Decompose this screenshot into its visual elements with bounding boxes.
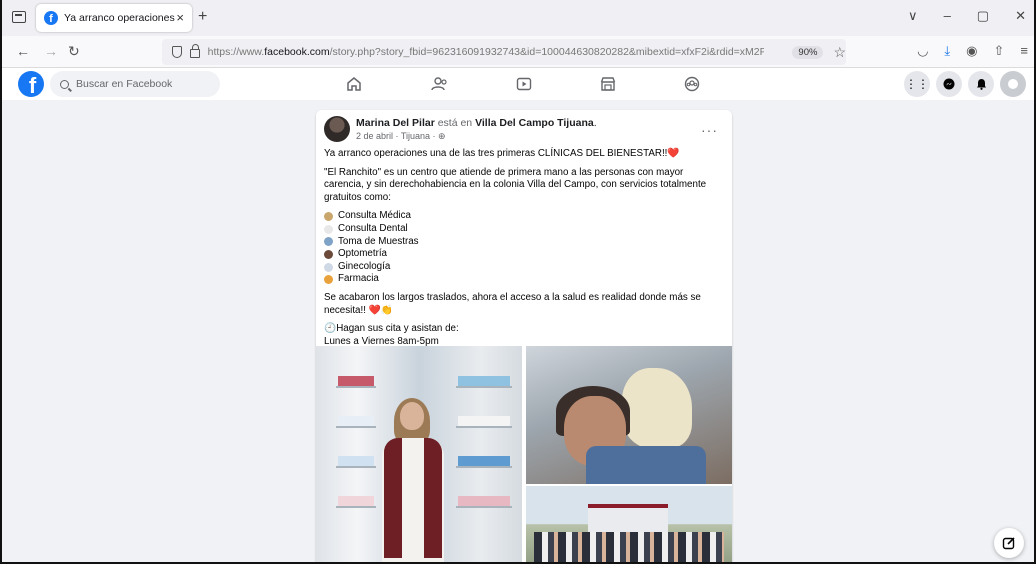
bookmark-star-icon[interactable]: ☆ xyxy=(833,44,846,61)
friends-icon[interactable] xyxy=(430,75,450,93)
post-author-line: Marina Del Pilar está en Villa Del Campo… xyxy=(356,117,597,129)
feed-area: Marina Del Pilar está en Villa Del Campo… xyxy=(2,100,1034,562)
account-icon[interactable]: ◉ xyxy=(966,43,977,59)
globe-icon: ⊕ xyxy=(438,131,446,141)
back-icon[interactable]: ← xyxy=(16,43,30,59)
list-item: Optometría xyxy=(324,248,722,261)
profile-avatar[interactable] xyxy=(1000,71,1026,97)
browser-tab[interactable]: f Ya arranco operaciones una de × xyxy=(36,4,192,32)
post-header: Marina Del Pilar está en Villa Del Campo… xyxy=(324,116,724,144)
tooth-icon xyxy=(324,224,333,234)
post-headline: Ya arranco operaciones una de las tres p… xyxy=(324,148,680,159)
author-avatar[interactable] xyxy=(324,116,350,142)
marketplace-icon[interactable] xyxy=(598,75,618,93)
extensions-icon[interactable]: ⇧ xyxy=(994,43,1005,59)
schedule-intro: 🕘Hagan sus cita y asistan de: xyxy=(324,323,459,335)
post-text: Ya arranco operaciones una de las tres p… xyxy=(324,148,722,361)
minimize-icon[interactable]: – xyxy=(944,8,951,24)
maximize-icon[interactable]: ▢ xyxy=(977,8,989,24)
facebook-logo[interactable]: f xyxy=(18,71,44,97)
navigation-bar: ← → ↻ https://www.facebook.com/story.php… xyxy=(2,36,1034,68)
services-list: Consulta Médica Consulta Dental Toma de … xyxy=(324,210,722,286)
url-text[interactable]: https://www.facebook.com/story.php?story… xyxy=(208,46,765,58)
baby-icon xyxy=(324,262,333,272)
lock-icon[interactable] xyxy=(189,44,200,58)
facebook-header: f Buscar en Facebook ⋮⋮ xyxy=(2,68,1034,100)
video-icon[interactable] xyxy=(514,75,534,93)
list-item: Ginecología xyxy=(324,261,722,274)
doctor-icon xyxy=(324,212,333,222)
list-item: Consulta Dental xyxy=(324,223,722,236)
post-location[interactable]: Villa Del Campo Tijuana xyxy=(475,117,594,129)
post-intro: "El Ranchito" es un centro que atiende d… xyxy=(324,166,707,203)
zoom-level-badge[interactable]: 90% xyxy=(792,45,824,59)
photo-pharmacy[interactable] xyxy=(316,346,522,562)
test-tube-icon xyxy=(324,237,333,247)
eye-icon xyxy=(324,249,333,259)
close-window-icon[interactable]: ✕ xyxy=(1015,8,1026,24)
tracking-protection-icon[interactable] xyxy=(172,46,182,58)
more-options-icon[interactable]: ··· xyxy=(701,122,718,138)
toolbar-right: ◡ ⤓ ◉ ⇧ ≡ xyxy=(917,43,1028,59)
photo-group[interactable] xyxy=(526,486,732,562)
app-menu-icon[interactable]: ≡ xyxy=(1020,43,1028,59)
pill-icon xyxy=(324,275,333,285)
forward-icon[interactable]: → xyxy=(44,43,58,59)
facebook-favicon: f xyxy=(44,11,58,25)
list-item: Consulta Médica xyxy=(324,210,722,223)
header-actions: ⋮⋮ xyxy=(904,71,1026,97)
list-all-tabs-icon[interactable]: ∨ xyxy=(908,8,918,24)
post-meta[interactable]: 2 de abril · Tijuana · ⊕ xyxy=(356,131,446,142)
tab-list-icon[interactable] xyxy=(12,11,26,23)
search-icon xyxy=(60,79,69,89)
new-message-icon[interactable] xyxy=(994,528,1024,558)
menu-grid-icon[interactable]: ⋮⋮ xyxy=(904,71,930,97)
downloads-icon[interactable]: ⤓ xyxy=(944,43,950,59)
browser-window: f Ya arranco operaciones una de × + ∨ – … xyxy=(0,0,1036,564)
author-name[interactable]: Marina Del Pilar xyxy=(356,117,435,129)
post-closing: Se acabaron los largos traslados, ahora … xyxy=(324,291,701,316)
new-tab-icon[interactable]: + xyxy=(198,8,207,26)
window-controls: ∨ – ▢ ✕ xyxy=(908,8,1034,24)
groups-icon[interactable] xyxy=(682,75,702,93)
photo-hug[interactable] xyxy=(526,346,732,484)
address-bar[interactable]: https://www.facebook.com/story.php?story… xyxy=(162,39,846,65)
tab-title: Ya arranco operaciones una de xyxy=(64,12,176,24)
notifications-icon[interactable] xyxy=(968,71,994,97)
list-item: Farmacia xyxy=(324,273,722,286)
photo-person xyxy=(378,398,448,562)
facebook-search[interactable]: Buscar en Facebook xyxy=(50,71,220,97)
messenger-icon[interactable] xyxy=(936,71,962,97)
post-photo-grid xyxy=(316,346,732,562)
list-item: Toma de Muestras xyxy=(324,236,722,249)
close-tab-icon[interactable]: × xyxy=(176,10,184,25)
search-placeholder[interactable]: Buscar en Facebook xyxy=(76,78,172,90)
tab-bar: f Ya arranco operaciones una de × + ∨ – … xyxy=(2,0,1034,36)
pocket-icon[interactable]: ◡ xyxy=(917,43,928,59)
reload-icon[interactable]: ↻ xyxy=(68,43,80,60)
home-icon[interactable] xyxy=(344,75,364,93)
post-card: Marina Del Pilar está en Villa Del Campo… xyxy=(316,110,732,562)
